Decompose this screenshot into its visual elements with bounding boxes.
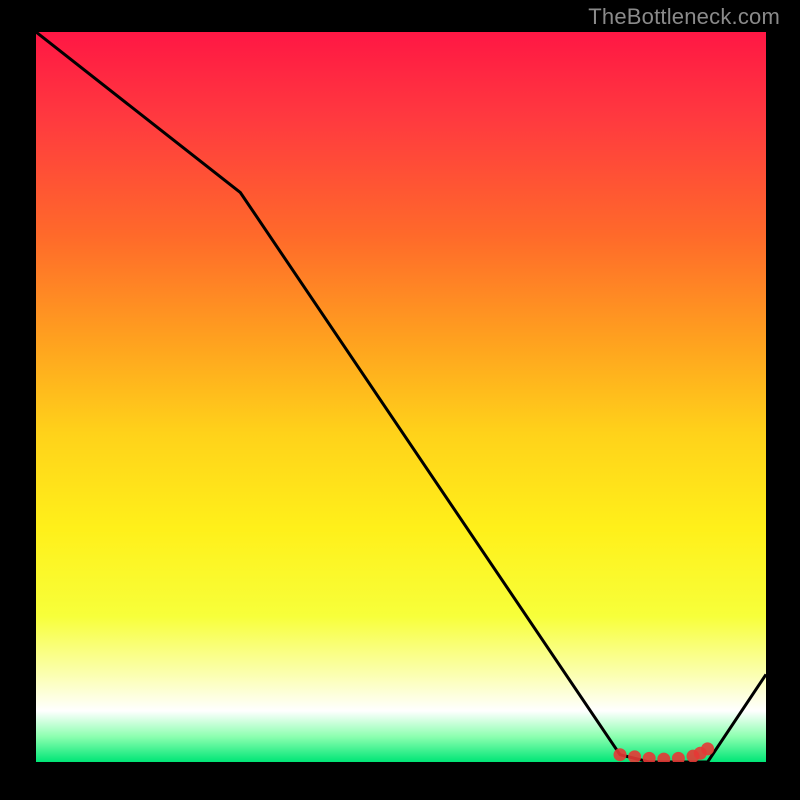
highlight-marker [701,742,714,755]
chart-container: TheBottleneck.com [0,0,800,800]
attribution-label: TheBottleneck.com [588,4,780,30]
gradient-background [36,32,766,762]
highlight-marker [614,748,627,761]
plot-area [36,32,766,762]
chart-svg [36,32,766,762]
